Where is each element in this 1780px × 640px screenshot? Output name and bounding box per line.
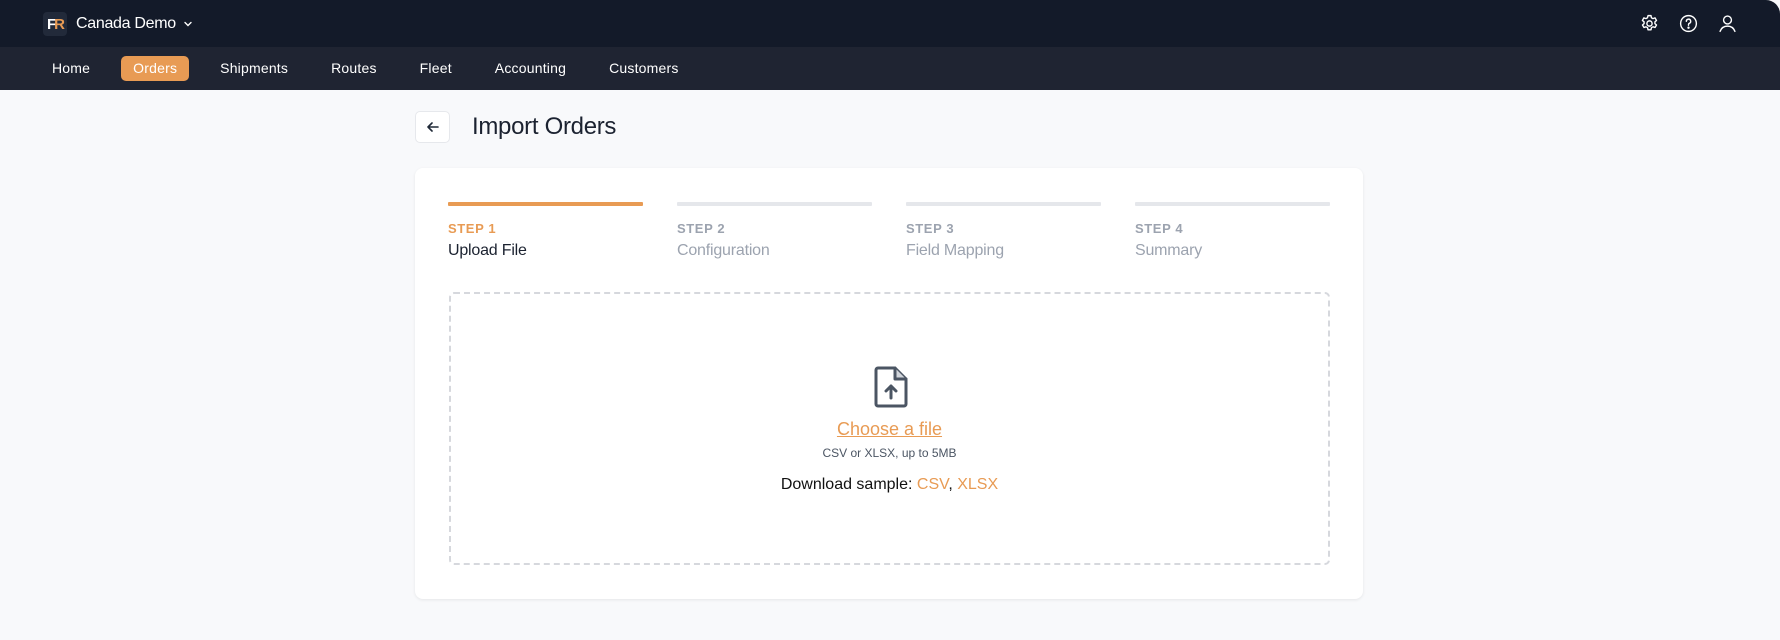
back-button[interactable] <box>415 111 450 143</box>
step-label: STEP 1 <box>448 221 497 236</box>
user-icon <box>1718 14 1736 32</box>
step-label: STEP 4 <box>1135 221 1184 236</box>
user-menu-button[interactable] <box>1716 12 1738 34</box>
choose-file-link[interactable]: Choose a file <box>837 419 942 439</box>
step-title: Summary <box>1135 242 1203 259</box>
step-title: Upload File <box>448 242 527 259</box>
step-summary: STEP 4 Summary <box>1135 202 1330 261</box>
sample-xlsx-link[interactable]: XLSX <box>957 476 998 493</box>
help-icon <box>1679 14 1697 32</box>
file-dropzone[interactable]: Choose a file CSV or XLSX, up to 5MB Dow… <box>449 292 1330 565</box>
app-logo[interactable]: FR <box>43 12 67 36</box>
nav-routes[interactable]: Routes <box>319 56 389 81</box>
step-progress-bar <box>906 202 1101 206</box>
nav-customers[interactable]: Customers <box>597 56 690 81</box>
step-field-mapping: STEP 3 Field Mapping <box>906 202 1101 261</box>
nav-shipments[interactable]: Shipments <box>208 56 300 81</box>
stepper: STEP 1 Upload File STEP 2 Configuration … <box>448 202 1330 261</box>
sample-csv-link[interactable]: CSV <box>917 476 948 493</box>
nav-fleet[interactable]: Fleet <box>408 56 464 81</box>
page-title: Import Orders <box>472 113 617 140</box>
org-switcher[interactable]: Canada Demo <box>76 13 193 35</box>
logo-letter-f: F <box>46 15 56 33</box>
chevron-down-icon <box>184 21 192 27</box>
nav-orders[interactable]: Orders <box>121 56 190 81</box>
main-nav: Home Orders Shipments Routes Fleet Accou… <box>0 47 1780 90</box>
settings-button[interactable] <box>1638 12 1660 34</box>
import-card: STEP 1 Upload File STEP 2 Configuration … <box>415 168 1363 599</box>
sample-separator: , <box>948 476 958 493</box>
download-sample: Download sample: CSV, XLSX <box>451 476 1328 494</box>
download-sample-label: Download sample: <box>780 476 917 493</box>
arrow-left-icon <box>426 122 439 132</box>
top-bar: FR Canada Demo <box>0 0 1780 47</box>
step-progress-bar <box>448 202 643 206</box>
step-label: STEP 3 <box>906 221 955 236</box>
file-type-hint: CSV or XLSX, up to 5MB <box>822 446 957 460</box>
step-configuration: STEP 2 Configuration <box>677 202 872 261</box>
step-title: Configuration <box>677 242 770 259</box>
step-title: Field Mapping <box>906 242 1004 259</box>
help-button[interactable] <box>1677 12 1699 34</box>
step-progress-bar <box>1135 202 1330 206</box>
nav-accounting[interactable]: Accounting <box>483 56 578 81</box>
step-progress-bar <box>677 202 872 206</box>
file-upload-icon <box>874 366 908 408</box>
logo-letter-r: R <box>54 15 65 33</box>
nav-home[interactable]: Home <box>40 56 102 81</box>
org-name: Canada Demo <box>76 15 176 32</box>
gear-icon <box>1641 14 1657 30</box>
step-label: STEP 2 <box>677 221 726 236</box>
step-upload-file: STEP 1 Upload File <box>448 202 643 261</box>
